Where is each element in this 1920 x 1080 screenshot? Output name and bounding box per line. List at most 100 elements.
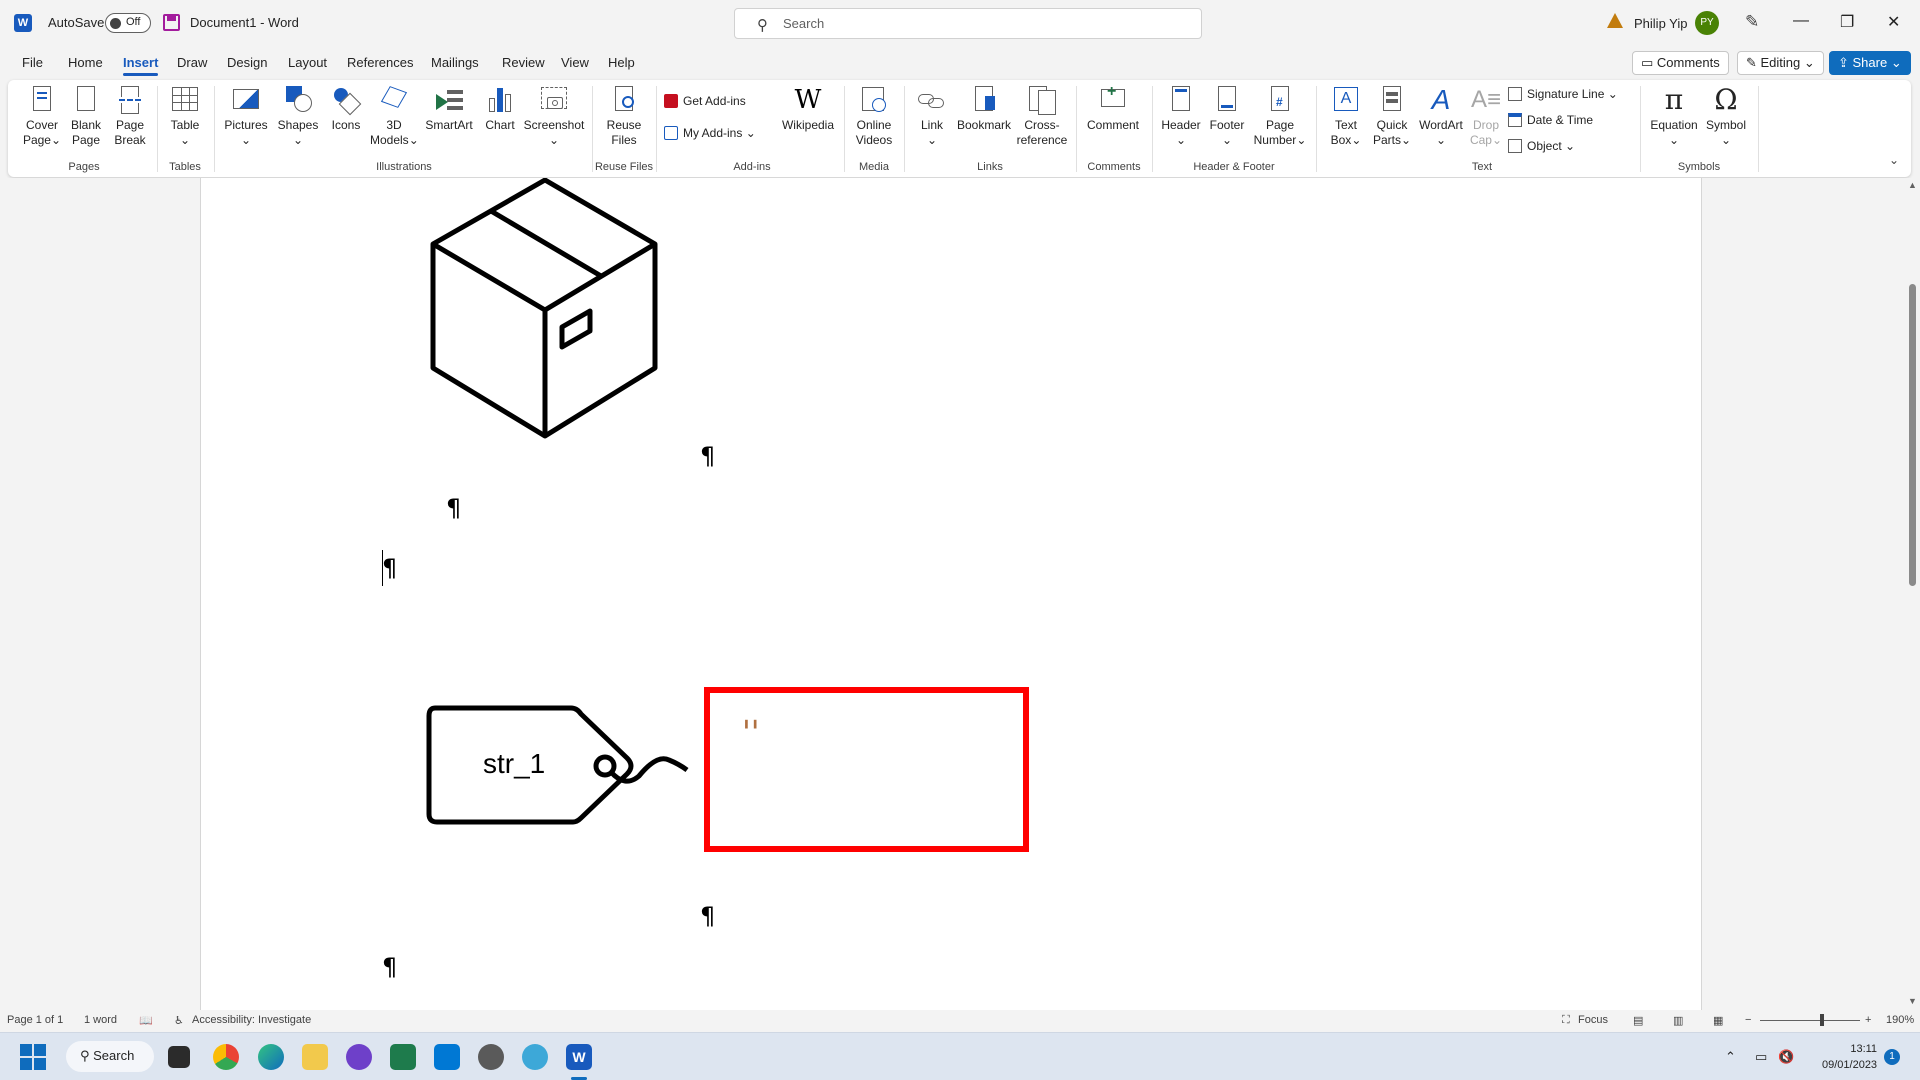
symbol-button[interactable]: Ω Symbol ⌄: [1702, 84, 1750, 148]
new-comment-button[interactable]: + Comment: [1082, 84, 1144, 133]
chevron-down-icon: ⌄: [1221, 133, 1233, 147]
restore-icon[interactable]: ❐: [1840, 12, 1854, 32]
proofing-icon[interactable]: 📖: [139, 1014, 153, 1027]
cover-page-button[interactable]: Cover Page⌄: [20, 84, 64, 148]
web-layout-icon[interactable]: ▦: [1713, 1014, 1723, 1027]
warning-icon[interactable]: [1607, 13, 1623, 28]
shapes-button[interactable]: Shapes ⌄: [276, 84, 320, 148]
box-icon[interactable]: [421, 178, 661, 448]
page-number-button[interactable]: # Page Number⌄: [1252, 84, 1308, 148]
file-explorer-icon[interactable]: [302, 1044, 328, 1070]
volume-muted-icon[interactable]: 🔇: [1778, 1049, 1794, 1065]
vertical-scrollbar[interactable]: ▲ ▼: [1905, 178, 1920, 1010]
edge-icon[interactable]: [258, 1044, 284, 1070]
close-icon[interactable]: ✕: [1887, 12, 1900, 32]
taskbar-search[interactable]: ⚲ Search: [66, 1041, 154, 1072]
pictures-button[interactable]: Pictures ⌄: [222, 84, 270, 148]
3d-models-button[interactable]: 3D Models⌄: [370, 84, 419, 148]
value-box[interactable]: '': [704, 687, 1029, 852]
clock[interactable]: 13:11 09/01/2023: [1822, 1041, 1877, 1073]
wordart-label: WordArt: [1419, 118, 1463, 132]
zoom-out-button[interactable]: −: [1745, 1014, 1751, 1026]
read-mode-icon[interactable]: ▤: [1633, 1014, 1643, 1027]
search-box[interactable]: ⚲ Search: [734, 8, 1202, 39]
table-button[interactable]: Table ⌄: [164, 84, 206, 148]
footer-button[interactable]: Footer ⌄: [1204, 84, 1250, 148]
chart-button[interactable]: Chart: [482, 84, 518, 133]
scrollbar-thumb[interactable]: [1909, 284, 1916, 586]
autosave-toggle[interactable]: Off: [105, 13, 151, 33]
tab-draw[interactable]: Draw: [177, 55, 207, 70]
zoom-slider[interactable]: [1760, 1014, 1860, 1026]
zoom-level[interactable]: 190%: [1886, 1014, 1914, 1026]
focus-button[interactable]: Focus: [1578, 1014, 1608, 1026]
online-videos-button[interactable]: Online Videos: [850, 84, 898, 148]
tab-file[interactable]: File: [22, 55, 43, 70]
blank-page-button[interactable]: Blank Page: [68, 84, 104, 148]
cross-reference-button[interactable]: Cross- reference: [1014, 84, 1070, 148]
my-addins-button[interactable]: My Add-ins ⌄: [664, 126, 756, 140]
ribbon-collapse-icon[interactable]: ⌄: [1889, 153, 1899, 167]
app-icon[interactable]: [478, 1044, 504, 1070]
group-divider: [214, 86, 215, 172]
signature-line-button[interactable]: Signature Line ⌄: [1508, 87, 1618, 101]
accessibility-status[interactable]: Accessibility: Investigate: [192, 1014, 311, 1026]
tab-references[interactable]: References: [347, 55, 413, 70]
document-title: Document1 - Word: [190, 15, 299, 30]
quick-parts-button[interactable]: Quick Parts⌄: [1370, 84, 1414, 148]
show-hidden-icons-icon[interactable]: ⌃: [1725, 1049, 1736, 1065]
wordart-button[interactable]: A WordArt ⌄: [1414, 84, 1468, 148]
object-button[interactable]: Object ⌄: [1508, 139, 1575, 153]
scroll-up-icon[interactable]: ▲: [1908, 180, 1917, 190]
tab-view[interactable]: View: [561, 55, 589, 70]
smartart-button[interactable]: SmartArt: [422, 84, 476, 133]
page-break-button[interactable]: Page Break: [112, 84, 148, 148]
chrome-icon[interactable]: [213, 1044, 239, 1070]
save-icon[interactable]: [163, 14, 180, 31]
tab-review[interactable]: Review: [502, 55, 545, 70]
minimize-icon[interactable]: —: [1793, 12, 1809, 30]
editing-mode-button[interactable]: ✎ Editing ⌄: [1737, 51, 1824, 75]
tab-design[interactable]: Design: [227, 55, 267, 70]
paragraph-mark: ¶: [446, 494, 462, 522]
zoom-slider-thumb[interactable]: [1820, 1014, 1824, 1026]
designer-pen-icon[interactable]: ✎: [1745, 12, 1759, 32]
get-addins-button[interactable]: Get Add-ins: [664, 94, 746, 108]
tag-icon[interactable]: [425, 688, 725, 838]
document-page[interactable]: ¶ ¶ ¶ str_1 '' ¶ ¶: [200, 178, 1702, 1010]
reuse-files-button[interactable]: Reuse Files: [600, 84, 648, 148]
notification-badge[interactable]: 1: [1884, 1049, 1900, 1065]
task-view-icon[interactable]: [168, 1046, 190, 1068]
windows-start-icon[interactable]: [20, 1044, 46, 1070]
tab-mailings[interactable]: Mailings: [431, 55, 479, 70]
vscode-icon[interactable]: [434, 1044, 460, 1070]
bookmark-button[interactable]: Bookmark: [956, 84, 1012, 133]
header-button[interactable]: Header ⌄: [1158, 84, 1204, 148]
tab-home[interactable]: Home: [68, 55, 103, 70]
screenshot-button[interactable]: Screenshot ⌄: [522, 84, 586, 148]
tab-layout[interactable]: Layout: [288, 55, 327, 70]
network-icon[interactable]: ▭: [1755, 1049, 1767, 1065]
word-count[interactable]: 1 word: [84, 1014, 117, 1026]
word-taskbar-icon[interactable]: W: [566, 1044, 592, 1070]
page-count[interactable]: Page 1 of 1: [7, 1014, 63, 1026]
user-name[interactable]: Philip Yip: [1634, 16, 1687, 31]
share-button[interactable]: ⇪ Share ⌄: [1829, 51, 1911, 75]
tab-insert[interactable]: Insert: [123, 55, 159, 76]
link-button[interactable]: Link ⌄: [912, 84, 952, 148]
equation-button[interactable]: π Equation ⌄: [1646, 84, 1702, 148]
comments-button[interactable]: ▭ Comments: [1632, 51, 1729, 75]
notepad-icon[interactable]: [390, 1044, 416, 1070]
avatar[interactable]: PY: [1695, 11, 1719, 35]
drop-cap-button[interactable]: A≡ Drop Cap⌄: [1468, 84, 1504, 148]
tab-help[interactable]: Help: [608, 55, 635, 70]
zoom-in-button[interactable]: +: [1865, 1014, 1871, 1026]
print-layout-icon[interactable]: ▥: [1673, 1014, 1683, 1027]
wikipedia-button[interactable]: W Wikipedia: [778, 84, 838, 133]
scroll-down-icon[interactable]: ▼: [1908, 996, 1917, 1006]
github-desktop-icon[interactable]: [346, 1044, 372, 1070]
date-time-button[interactable]: Date & Time: [1508, 113, 1593, 127]
app-icon[interactable]: [522, 1044, 548, 1070]
icons-button[interactable]: Icons: [326, 84, 366, 133]
text-box-button[interactable]: A Text Box⌄: [1324, 84, 1368, 148]
